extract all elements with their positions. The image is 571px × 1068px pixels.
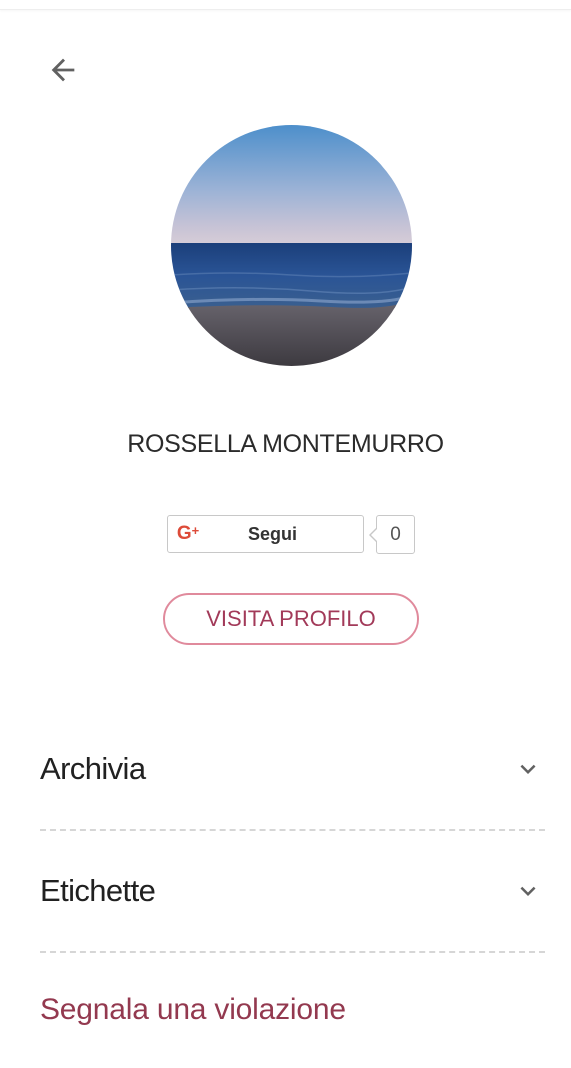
section-labels[interactable]: Etichette — [40, 836, 545, 946]
top-bar-divider — [0, 0, 571, 10]
back-button[interactable] — [40, 48, 86, 92]
google-plus-icon: G+ — [176, 523, 200, 544]
follow-label: Segui — [247, 523, 297, 544]
follower-count-badge: 0 — [369, 515, 415, 554]
visit-profile-button[interactable]: VISITA PROFILO — [163, 593, 419, 645]
section-divider — [40, 951, 545, 953]
profile-avatar[interactable] — [171, 125, 412, 366]
google-plus-follow-button[interactable]: G+ Segui — [167, 515, 364, 553]
section-labels-title: Etichette — [40, 873, 156, 908]
section-archive-title: Archivia — [40, 751, 146, 786]
section-divider — [40, 829, 545, 831]
report-abuse-link[interactable]: Segnala una violazione — [40, 993, 346, 1027]
avatar-photo — [171, 125, 412, 366]
chevron-down-icon[interactable] — [511, 874, 545, 908]
arrow-left-icon — [51, 58, 75, 82]
chevron-down-icon[interactable] — [511, 752, 545, 786]
profile-name: ROSSELLA MONTEMURRO — [127, 430, 444, 458]
section-archive[interactable]: Archivia — [40, 714, 545, 824]
